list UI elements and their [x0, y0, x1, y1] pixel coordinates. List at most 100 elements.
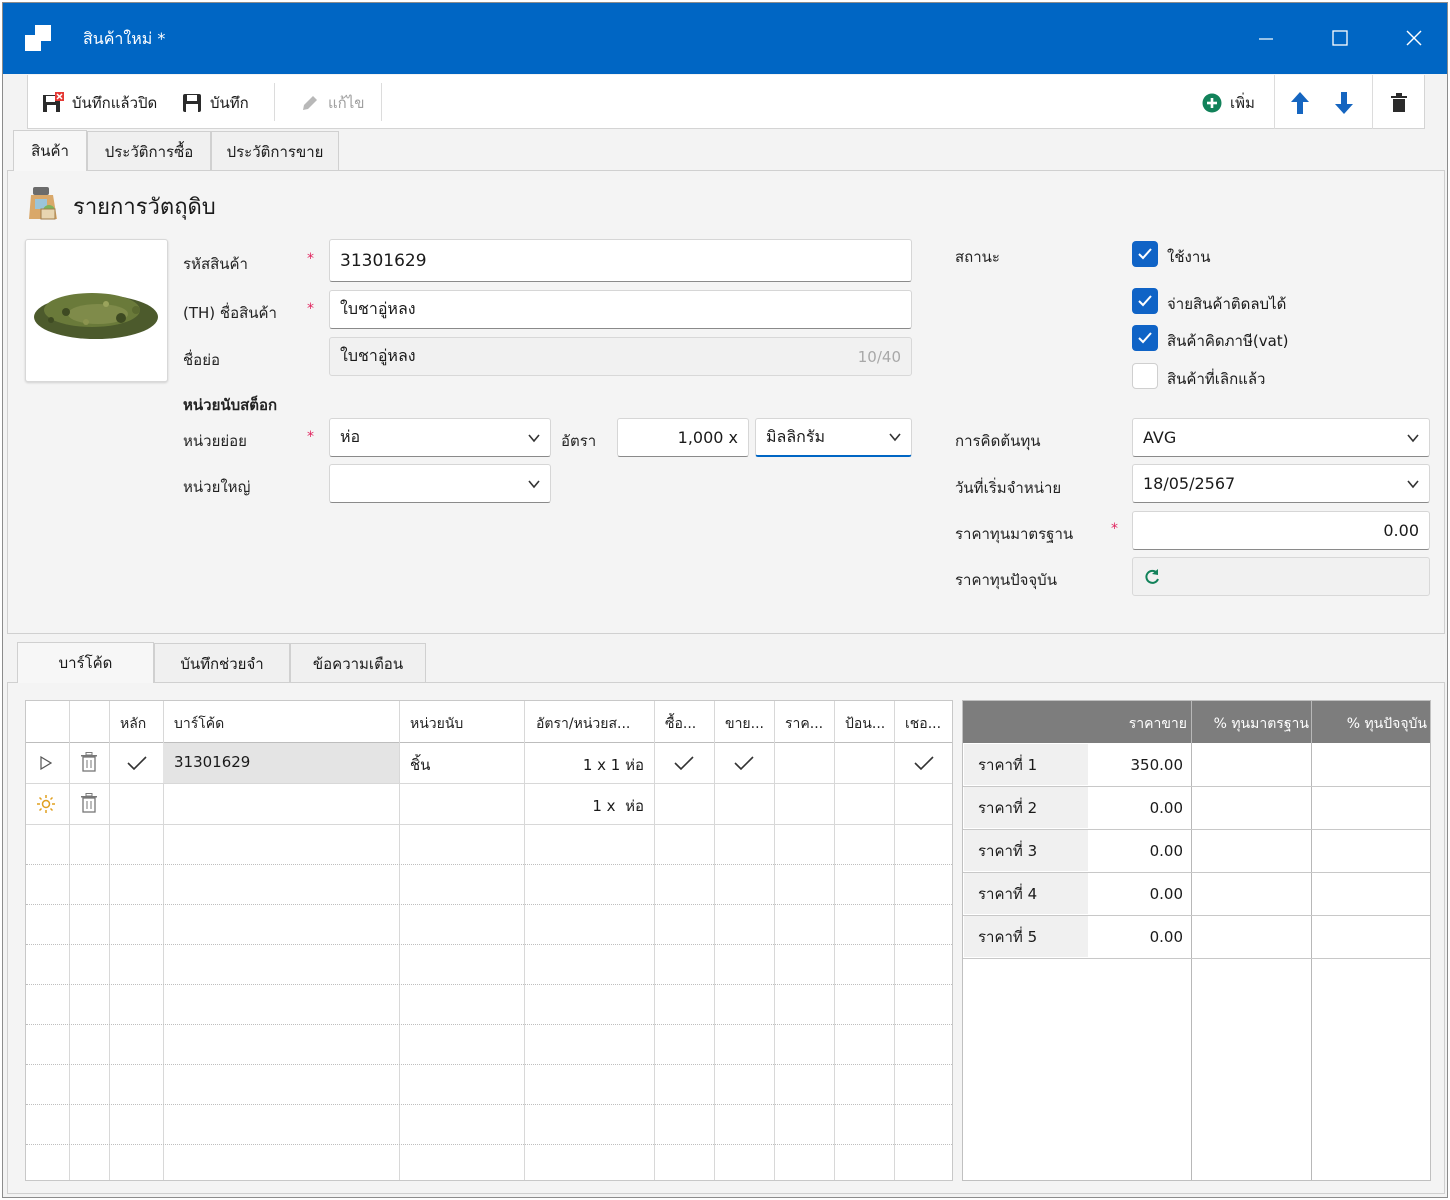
required-mark: * [1111, 521, 1118, 537]
tab-alert-message[interactable]: ข้อความเตือน [290, 643, 426, 683]
grid-row-line [26, 1144, 952, 1145]
tea-leaves-image [34, 293, 158, 339]
raw-material-icon [29, 187, 57, 220]
small-unit-select[interactable]: ห่อ [329, 418, 551, 457]
price-row-value[interactable]: 350.00 [1089, 744, 1191, 785]
col-header-barcode[interactable]: บาร์โค้ด [174, 713, 394, 735]
tab-sales-history[interactable]: ประวัติการขาย [211, 131, 339, 171]
grid-row-line [26, 864, 952, 865]
col-header-sell[interactable]: ขาย... [725, 713, 779, 735]
edit-button[interactable]: แก้ไข [300, 91, 365, 115]
grid-col-line [109, 701, 110, 1180]
save-close-icon [43, 92, 64, 112]
arrow-down-icon [1335, 92, 1353, 114]
discontinued-checkbox[interactable] [1132, 363, 1158, 389]
add-button[interactable]: เพิ่ม [1202, 91, 1255, 115]
minimize-icon [1259, 38, 1273, 40]
active-label: ใช้งาน [1167, 248, 1211, 266]
price-row-label: ราคาที่ 5 [964, 916, 1088, 957]
price-header-sale[interactable]: ราคาขาย [1089, 713, 1187, 735]
row-trash-icon[interactable] [80, 752, 98, 772]
add-label: เพิ่ม [1230, 94, 1255, 112]
price-header-cur-pct[interactable]: % ทุนปัจจุบัน [1313, 713, 1427, 735]
grid-row-line [26, 904, 952, 905]
col-header-price[interactable]: ราค... [785, 713, 839, 735]
grid-row-line [26, 984, 952, 985]
product-image[interactable] [25, 239, 168, 382]
maximize-button[interactable] [1325, 23, 1355, 53]
row-indicator-icon [40, 756, 52, 770]
small-unit-label: หน่วยย่อย [183, 432, 247, 450]
window-title: สินค้าใหม่ * [83, 29, 166, 48]
chevron-down-icon [528, 479, 540, 488]
col-header-buy[interactable]: ซื้อ... [665, 713, 719, 735]
costing-label: การคิดต้นทุน [955, 432, 1041, 450]
grid-cell-rate[interactable]: 1 x ห่อ [524, 794, 644, 818]
negative-stock-checkbox[interactable] [1132, 288, 1158, 314]
negative-stock-label: จ่ายสินค้าติดลบได้ [1167, 295, 1287, 313]
edit-label: แก้ไข [328, 94, 365, 112]
minimize-button[interactable] [1251, 23, 1281, 53]
rate-unit-select[interactable]: มิลลิกรัม [755, 418, 912, 457]
grid-header: หลัก บาร์โค้ด หน่วยนับ อัตรา/หน่วยส... ซ… [26, 701, 952, 743]
sell-check-icon[interactable] [733, 754, 755, 772]
costing-select[interactable]: AVG [1132, 418, 1430, 457]
price-row-value[interactable]: 0.00 [1089, 830, 1191, 871]
tab-barcode[interactable]: บาร์โค้ด [17, 642, 154, 683]
start-date-value: 18/05/2567 [1143, 474, 1236, 493]
price-table: ราคาขาย % ทุนมาตรฐาน % ทุนปัจจุบัน ราคาท… [962, 700, 1431, 1181]
col-header-input[interactable]: ป้อน... [845, 713, 899, 735]
refresh-icon[interactable] [1143, 568, 1161, 586]
grid-cell-unit[interactable]: ชิ้น [410, 753, 430, 777]
save-button[interactable]: บันทึก [182, 91, 249, 115]
chevron-down-icon [528, 433, 540, 442]
status-label: สถานะ [955, 248, 1000, 266]
price-row-value[interactable]: 0.00 [1089, 873, 1191, 914]
grid-cell-rate[interactable]: 1 x 1 ห่อ [524, 753, 644, 777]
price-row-value[interactable]: 0.00 [1089, 916, 1191, 957]
vat-checkbox[interactable] [1132, 325, 1158, 351]
rate-input[interactable]: 1,000 x [617, 418, 749, 457]
save-close-button[interactable]: บันทึกแล้วปิด [42, 91, 157, 115]
col-header-rate[interactable]: อัตรา/หน่วยส... [536, 713, 658, 735]
main-check-icon[interactable] [126, 754, 148, 772]
large-unit-select[interactable] [329, 464, 551, 503]
grid-row-line [26, 1024, 952, 1025]
start-date-picker[interactable]: 18/05/2567 [1132, 464, 1430, 503]
name-input[interactable]: ใบชาอู่หลง [329, 290, 912, 329]
price-header-std-pct[interactable]: % ทุนมาตรฐาน [1193, 713, 1309, 735]
tab-purchase-history[interactable]: ประวัติการซื้อ [87, 131, 211, 171]
active-checkbox[interactable] [1132, 241, 1158, 267]
short-name-value: ใบชาอู่หลง [340, 346, 416, 365]
tab-product[interactable]: สินค้า [13, 130, 87, 171]
tab-memo[interactable]: บันทึกช่วยจำ [154, 643, 290, 683]
save-label: บันทึก [210, 94, 249, 112]
row-trash-icon[interactable] [80, 793, 98, 813]
required-mark: * [307, 251, 314, 267]
move-down-button[interactable] [1334, 91, 1354, 115]
start-date-label: วันที่เริ่มจำหน่าย [955, 479, 1062, 497]
price-row-label: ราคาที่ 1 [964, 744, 1088, 785]
std-cost-input[interactable]: 0.00 [1132, 511, 1430, 550]
col-header-8[interactable]: เชอ... [905, 713, 951, 735]
stock-unit-heading: หน่วยนับสต็อก [183, 396, 278, 414]
grid-row-line [26, 824, 952, 825]
grid-col-line [654, 701, 655, 1180]
price-col-line [1191, 701, 1192, 1180]
new-row-sun-icon [37, 795, 55, 813]
short-name-input[interactable]: ใบชาอู่หลง 10/40 [329, 337, 912, 376]
large-unit-label: หน่วยใหญ่ [183, 478, 251, 496]
code-input[interactable]: 31301629 [329, 239, 912, 282]
price-row-value[interactable]: 0.00 [1089, 787, 1191, 828]
col9-check-icon[interactable] [913, 754, 935, 772]
discontinued-label: สินค้าที่เลิกแล้ว [1167, 370, 1266, 388]
delete-button[interactable] [1390, 91, 1408, 115]
close-button[interactable] [1399, 23, 1429, 53]
grid-row-line [26, 944, 952, 945]
buy-check-icon[interactable] [673, 754, 695, 772]
plus-circle-icon [1202, 93, 1222, 113]
grid-cell-barcode[interactable]: 31301629 [174, 753, 250, 771]
col-header-unit[interactable]: หน่วยนับ [410, 713, 520, 735]
chevron-down-icon [1407, 479, 1419, 488]
move-up-button[interactable] [1290, 91, 1310, 115]
